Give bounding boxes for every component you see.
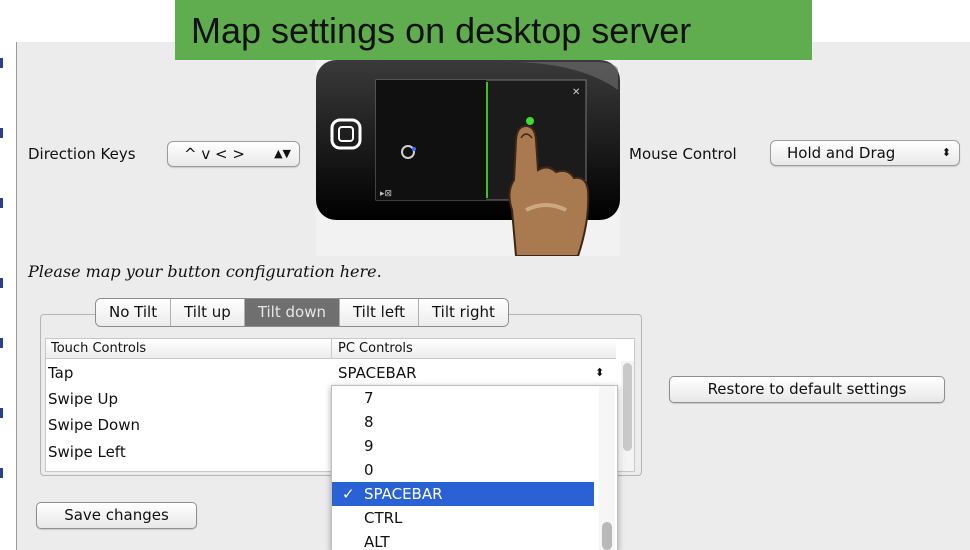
touch-control-cell: Swipe Up [48, 390, 118, 408]
direction-keys-label: Direction Keys [28, 145, 136, 163]
save-changes-button[interactable]: Save changes [36, 502, 197, 529]
checkmark-icon: ✓ [342, 485, 355, 503]
phone-illustration: ✕ ▸⊠ [316, 60, 620, 256]
dropdown-option[interactable]: ALT [332, 530, 594, 550]
restore-defaults-button[interactable]: Restore to default settings [669, 376, 945, 403]
pc-control-dropdown: 7 8 9 0 ✓ SPACEBAR CTRL ALT [331, 385, 618, 550]
dropdown-option-selected[interactable]: ✓ SPACEBAR [332, 482, 594, 506]
window-left-edge [0, 42, 17, 550]
tab-no-tilt[interactable]: No Tilt [96, 299, 172, 326]
tab-tilt-down[interactable]: Tilt down [244, 299, 340, 326]
instruction-text: Please map your button configuration her… [28, 262, 382, 281]
tilt-tabs: No Tilt Tilt up Tilt down Tilt left Tilt… [95, 298, 509, 327]
dropdown-option[interactable]: CTRL [332, 506, 594, 530]
table-scrollbar[interactable] [621, 361, 634, 471]
up-down-chevrons-icon: ▲▼ [274, 147, 291, 160]
title-banner: Map settings on desktop server [175, 0, 812, 60]
dropdown-option[interactable]: 8 [332, 410, 594, 434]
up-down-chevrons-icon: ⬍ [941, 146, 951, 159]
column-header-touch-controls[interactable]: Touch Controls [46, 339, 332, 359]
direction-keys-select[interactable]: ^ v < > ▲▼ [167, 141, 300, 167]
touch-control-cell: Swipe Left [48, 443, 126, 461]
dropdown-scrollbar[interactable] [599, 386, 615, 550]
up-down-chevrons-icon[interactable]: ⬍ [595, 360, 604, 386]
svg-text:✕: ✕ [572, 87, 580, 98]
direction-keys-value: ^ v < > [184, 145, 245, 163]
phone-with-hand-image: ✕ ▸⊠ [316, 60, 620, 256]
svg-text:▸⊠: ▸⊠ [380, 189, 392, 199]
tab-tilt-up[interactable]: Tilt up [171, 299, 245, 326]
table-scrollbar-thumb[interactable] [623, 363, 632, 451]
dropdown-option[interactable]: 0 [332, 458, 594, 482]
mouse-control-select[interactable]: Hold and Drag ⬍ [770, 140, 960, 166]
dropdown-scrollbar-thumb[interactable] [602, 522, 612, 550]
dropdown-option[interactable]: 9 [332, 434, 594, 458]
mouse-control-label: Mouse Control [629, 145, 737, 163]
tab-tilt-left[interactable]: Tilt left [339, 299, 419, 326]
pc-control-cell[interactable]: SPACEBAR [338, 360, 417, 386]
column-header-pc-controls[interactable]: PC Controls [332, 339, 616, 359]
mouse-control-value: Hold and Drag [787, 144, 896, 162]
tab-tilt-right[interactable]: Tilt right [418, 299, 508, 326]
table-row[interactable]: Tap SPACEBAR ⬍ [46, 360, 616, 386]
touch-control-cell: Swipe Down [48, 416, 140, 434]
dropdown-option[interactable]: 7 [332, 386, 594, 410]
touch-control-cell: Tap [48, 364, 74, 382]
